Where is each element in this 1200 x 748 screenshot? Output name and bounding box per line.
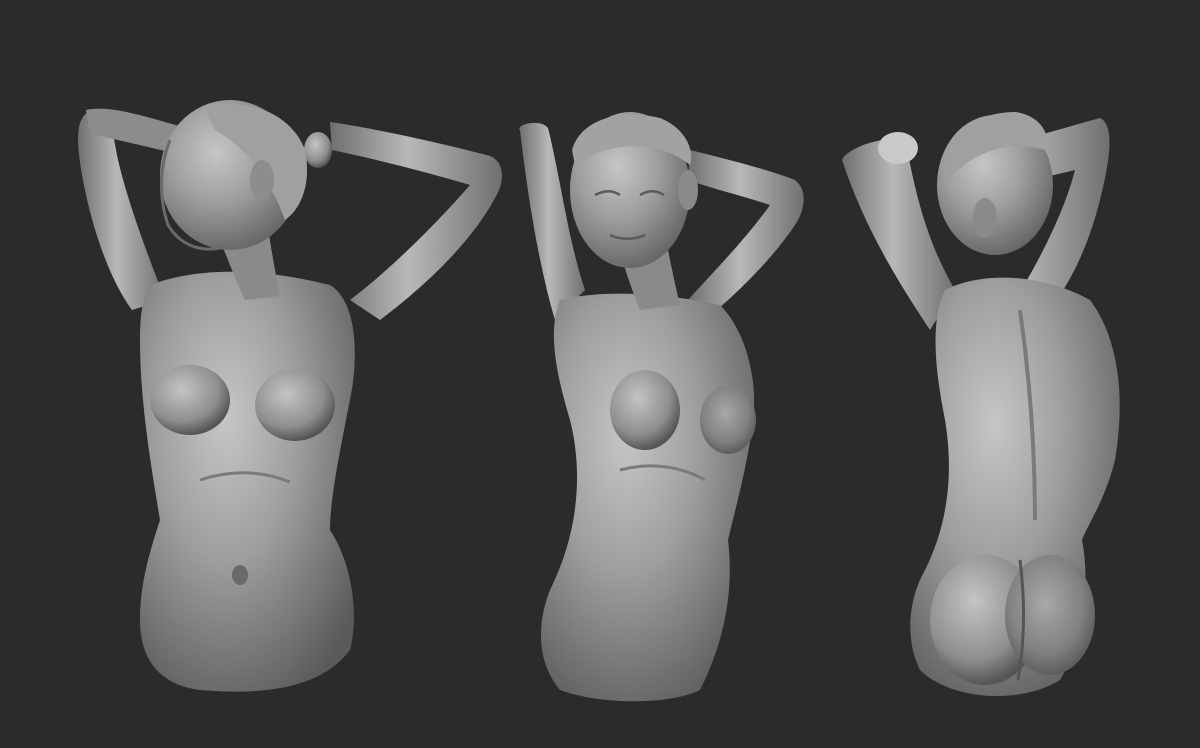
left-arm xyxy=(842,139,955,330)
right-breast xyxy=(255,369,335,441)
right-arm xyxy=(688,150,804,320)
torso xyxy=(540,293,755,702)
arm-cap xyxy=(878,132,918,164)
torso xyxy=(140,271,355,692)
figure-back-three-quarter xyxy=(842,112,1120,697)
breast-far xyxy=(700,386,756,454)
ear xyxy=(678,170,698,210)
buttock-right xyxy=(1005,555,1095,675)
right-hand xyxy=(304,132,332,168)
figure-front-turned xyxy=(519,112,804,702)
ear xyxy=(250,160,274,200)
sculpt-render xyxy=(78,100,1120,702)
figure-front-three-quarter xyxy=(78,100,502,692)
left-breast xyxy=(150,365,230,435)
navel xyxy=(232,565,248,585)
sculpt-viewport xyxy=(0,0,1200,748)
breast xyxy=(610,370,680,450)
ear xyxy=(973,198,997,238)
right-arm xyxy=(330,122,502,320)
